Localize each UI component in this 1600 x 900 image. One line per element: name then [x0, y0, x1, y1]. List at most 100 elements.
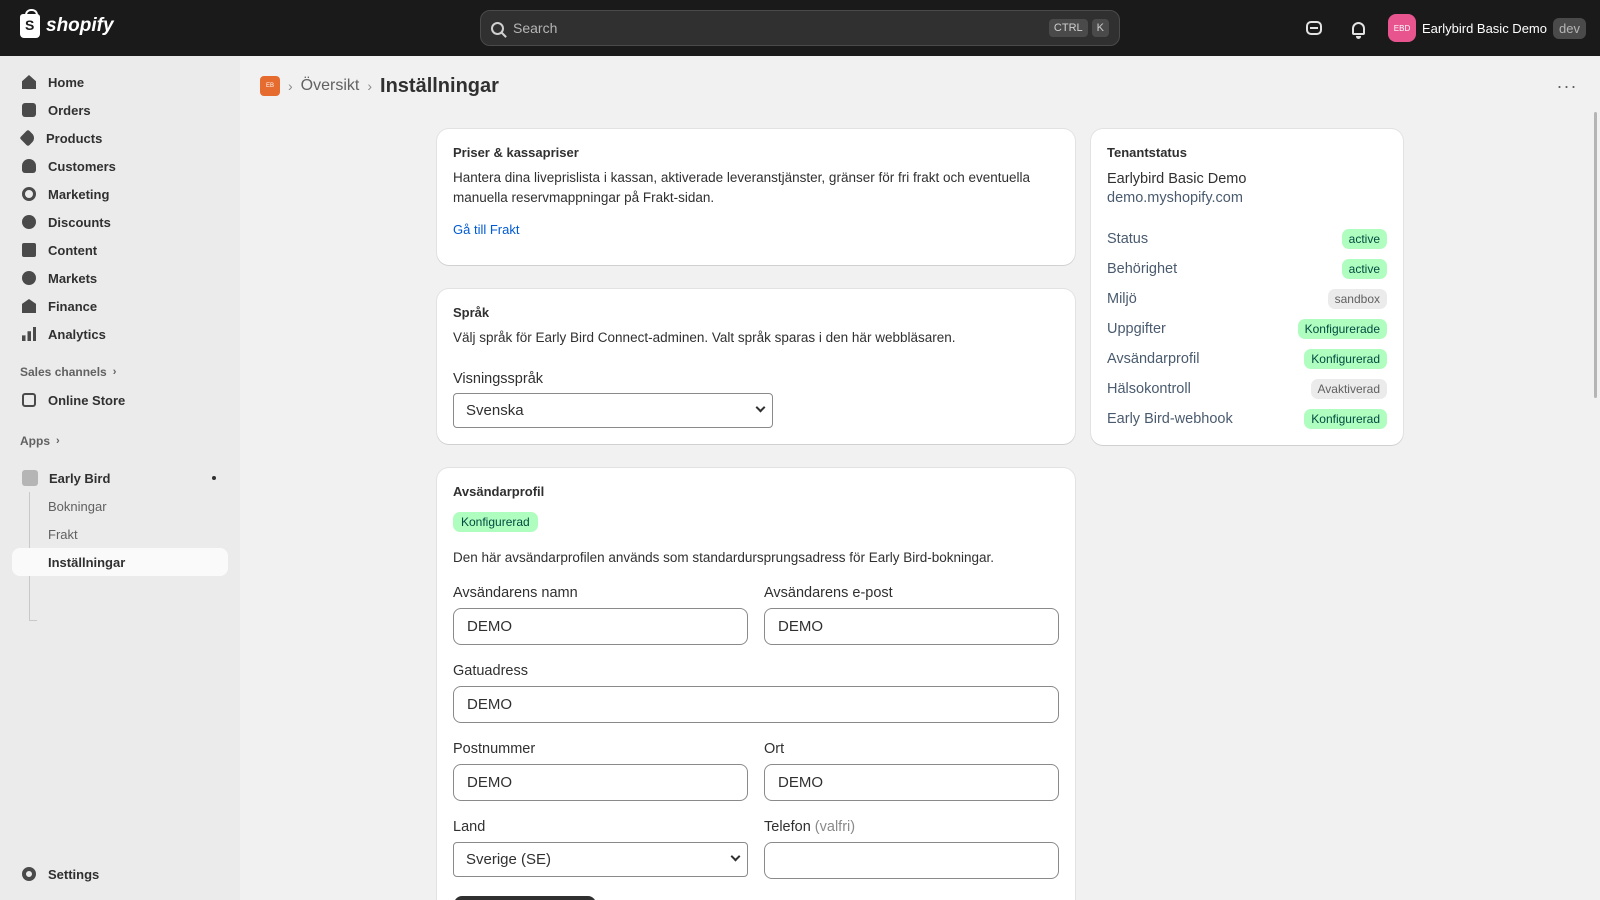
status-row: Hälsokontroll Avaktiverad [1107, 377, 1387, 401]
sales-channels-heading[interactable]: Sales channels › [20, 365, 116, 379]
sidebar-item-marketing[interactable]: Marketing [12, 180, 228, 208]
sidebar-subitem-installningar[interactable]: Inställningar [12, 548, 228, 576]
sidebar-item-analytics[interactable]: Analytics [12, 320, 228, 348]
status-row: Miljö sandbox [1107, 287, 1387, 311]
brand-name: shopify [46, 15, 114, 36]
phone-label: Telefon (valfri) [764, 819, 855, 835]
city-input[interactable]: DEMO [764, 764, 1059, 801]
status-label: Behörighet [1107, 261, 1178, 277]
card-title: Avsändarprofil [453, 484, 545, 499]
card-title: Priser & kassapriser [453, 145, 579, 160]
target-icon [22, 187, 36, 201]
sidebar-item-online-store[interactable]: Online Store [12, 386, 228, 414]
orders-icon [22, 103, 36, 117]
early-bird-logo[interactable]: EB [260, 76, 280, 96]
gear-icon [22, 867, 36, 881]
sidebar-item-label: Home [48, 74, 85, 90]
status-badge: Konfigurerade [1297, 319, 1387, 339]
optional-hint: (valfri) [814, 819, 856, 835]
sidebar-item-customers[interactable]: Customers [12, 152, 228, 180]
notifications-bell-icon[interactable] [1348, 18, 1368, 39]
env-badge: dev [1553, 17, 1586, 39]
status-label: Hälsokontroll [1107, 381, 1191, 397]
postal-code-input[interactable]: DEMO [453, 764, 748, 801]
status-badge: active [1341, 229, 1387, 249]
sidebar-item-label: Markets [48, 270, 98, 286]
chevron-right-icon: › [56, 435, 60, 447]
sender-name-input[interactable]: DEMO [453, 608, 748, 645]
app-name: Early Bird [49, 470, 111, 486]
status-badge: Konfigurerad [1304, 409, 1387, 429]
apps-label: Apps [20, 434, 50, 448]
sidebar-item-finance[interactable]: Finance [12, 292, 228, 320]
page-title: Inställningar [380, 74, 499, 97]
search-placeholder: Search [513, 20, 558, 36]
chevron-right-icon: › [112, 366, 117, 378]
chevron-right-icon: › [367, 78, 373, 94]
sidebar-item-orders[interactable]: Orders [12, 96, 228, 124]
street-address-input[interactable]: DEMO [453, 686, 1059, 723]
sidebar-item-label: Content [48, 242, 98, 258]
status-badge: Konfigurerad [1304, 349, 1387, 369]
sidebar: Home Orders Products Customers Marketing… [0, 56, 240, 900]
early-bird-app-icon [22, 470, 38, 486]
language-card: Språk Välj språk för Early Bird Connect-… [437, 289, 1075, 444]
content-icon [22, 243, 36, 257]
chevron-right-icon: › [288, 78, 293, 94]
status-label: Avsändarprofil [1107, 351, 1200, 367]
save-button[interactable] [454, 896, 596, 900]
status-badge: Konfigurerad [453, 512, 538, 532]
search-bar[interactable]: Search CTRL K [480, 10, 1120, 46]
language-select[interactable]: Svenska [453, 393, 773, 428]
breadcrumb-link[interactable]: Översikt [301, 77, 360, 95]
sidebar-item-content[interactable]: Content [12, 236, 228, 264]
person-icon [22, 159, 36, 173]
field-label: Gatuadress [453, 663, 528, 679]
card-description: Välj språk för Early Bird Connect-admine… [453, 330, 956, 345]
assistant-icon[interactable] [1304, 18, 1324, 38]
top-bar: shopify Search CTRL K EBD Earlybird Basi… [0, 0, 1600, 56]
sidebar-item-discounts[interactable]: Discounts [12, 208, 228, 236]
sidebar-subitem-bokningar[interactable]: Bokningar [12, 492, 228, 520]
shopify-logo[interactable]: shopify [20, 9, 114, 38]
store-icon [22, 393, 36, 407]
sidebar-item-label: Marketing [48, 186, 110, 202]
shortcut-k: K [1091, 19, 1109, 37]
sidebar-item-settings[interactable]: Settings [12, 860, 228, 888]
sender-profile-card: Avsändarprofil Konfigurerad Den här avsä… [437, 468, 1075, 900]
status-label: Miljö [1107, 291, 1137, 307]
field-label: Land [453, 819, 486, 835]
sidebar-subitem-frakt[interactable]: Frakt [12, 520, 228, 548]
tenant-status-card: Tenantstatus Earlybird Basic Demo demo.m… [1091, 129, 1403, 445]
select-value: Svenska [466, 402, 524, 419]
go-to-frakt-link[interactable]: Gå till Frakt [453, 222, 1059, 237]
scrollbar[interactable] [1592, 112, 1600, 900]
status-badge: Avaktiverad [1310, 379, 1387, 399]
sidebar-item-label: Customers [48, 158, 116, 174]
sender-email-input[interactable]: DEMO [764, 608, 1059, 645]
status-badge: sandbox [1327, 289, 1387, 309]
tag-icon [19, 129, 37, 147]
sidebar-item-label: Finance [48, 298, 98, 314]
sales-channels-label: Sales channels [20, 365, 107, 379]
sidebar-item-home[interactable]: Home [12, 68, 228, 96]
scrollbar-thumb[interactable] [1594, 112, 1597, 398]
account-menu[interactable]: EBD Earlybird Basic Demo dev [1388, 14, 1586, 42]
card-description: Den här avsändarprofilen används som sta… [453, 550, 995, 565]
field-label: Ort [764, 741, 785, 757]
sidebar-item-markets[interactable]: Markets [12, 264, 228, 292]
phone-input[interactable] [764, 842, 1059, 879]
chevron-down-icon [730, 851, 741, 862]
field-label: Avsändarens namn [453, 585, 578, 601]
status-label: Status [1107, 231, 1149, 247]
card-description: Hantera dina liveprislista i kassan, akt… [453, 170, 1031, 205]
tree-hook [29, 620, 37, 621]
apps-heading[interactable]: Apps › [20, 434, 60, 448]
more-actions-icon[interactable]: ··· [1555, 76, 1579, 96]
sidebar-item-products[interactable]: Products [12, 124, 228, 152]
country-select[interactable]: Sverige (SE) [453, 842, 748, 877]
status-label: Uppgifter [1107, 321, 1166, 337]
sidebar-item-label: Online Store [48, 392, 126, 408]
bank-icon [22, 299, 36, 313]
sidebar-app-early-bird[interactable]: Early Bird [12, 464, 228, 492]
